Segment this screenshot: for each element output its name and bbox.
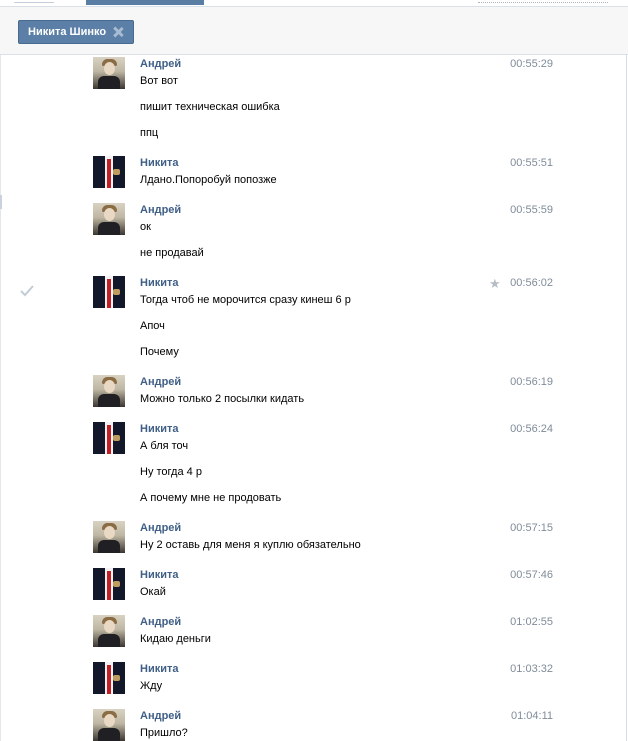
star-icon[interactable]: ★ <box>489 277 501 290</box>
scroll-handle[interactable] <box>0 195 2 209</box>
checkmark-icon[interactable] <box>20 285 34 297</box>
sender-name[interactable]: Андрей <box>140 615 181 629</box>
message-text: А почему мне не продовать <box>140 492 282 504</box>
avatar[interactable] <box>93 568 125 600</box>
tab-links-partial-right[interactable] <box>478 0 608 3</box>
message-text: Почему <box>140 346 179 358</box>
message-text: ок <box>140 221 151 233</box>
message-text: Лдано.Попоробуй попозже <box>140 174 277 186</box>
message-text: Пришло? <box>140 727 188 739</box>
message-time[interactable]: 00:57:15 <box>510 521 553 535</box>
avatar[interactable] <box>93 57 125 89</box>
scroll-area-right-border <box>626 55 627 741</box>
message-text: ппц <box>140 127 159 139</box>
message-text: А бля точ <box>140 440 189 452</box>
message-text: не продавай <box>140 247 204 259</box>
sender-name[interactable]: Андрей <box>140 57 181 71</box>
message-time[interactable]: 00:55:29 <box>510 57 553 71</box>
scroll-area-left-border <box>0 55 1 741</box>
top-tab-strip <box>0 0 628 7</box>
sender-name[interactable]: Никита <box>140 156 178 170</box>
message-time[interactable]: 00:55:51 <box>510 156 553 170</box>
avatar[interactable] <box>93 662 125 694</box>
message-text: Вот вот <box>140 75 178 87</box>
message-time[interactable]: 00:55:59 <box>510 203 553 217</box>
sender-name[interactable]: Никита <box>140 662 178 676</box>
dialog-chip-label: Никита Шинко <box>28 26 107 38</box>
sender-name[interactable]: Андрей <box>140 709 181 723</box>
avatar[interactable] <box>93 203 125 235</box>
message-time[interactable]: 00:56:02 <box>510 276 553 290</box>
close-icon[interactable] <box>112 26 124 38</box>
tab-partial-left[interactable] <box>14 0 54 3</box>
dialog-chip[interactable]: Никита Шинко <box>18 20 135 44</box>
avatar[interactable] <box>93 156 125 188</box>
sender-name[interactable]: Андрей <box>140 203 181 217</box>
sender-name[interactable]: Никита <box>140 276 178 290</box>
message-time[interactable]: 01:03:32 <box>510 662 553 676</box>
message-text: пишит техническая ошибка <box>140 101 280 113</box>
avatar[interactable] <box>93 276 125 308</box>
sender-name[interactable]: Никита <box>140 568 178 582</box>
message-time[interactable]: 01:02:55 <box>510 615 553 629</box>
avatar[interactable] <box>93 422 125 454</box>
sender-name[interactable]: Никита <box>140 422 178 436</box>
message-time[interactable]: 00:56:24 <box>510 422 553 436</box>
message-text: Тогда чтоб не морочится сразу кинеш 6 р <box>140 294 351 306</box>
message-text: Кидаю деньги <box>140 633 211 645</box>
dialog-tab-bar: Никита Шинко <box>0 7 628 55</box>
message-text: Можно только 2 посылки кидать <box>140 393 305 405</box>
tab-active[interactable] <box>86 0 204 5</box>
message-text: Апоч <box>140 320 165 332</box>
avatar[interactable] <box>93 375 125 407</box>
message-text: Окай <box>140 586 166 598</box>
message-text: Жду <box>140 680 163 692</box>
message-time[interactable]: 01:04:11 <box>511 709 553 723</box>
message-text: Ну тогда 4 р <box>140 466 202 478</box>
avatar[interactable] <box>93 521 125 553</box>
avatar[interactable] <box>93 709 125 741</box>
avatar[interactable] <box>93 615 125 647</box>
message-time[interactable]: 00:56:19 <box>510 375 553 389</box>
sender-name[interactable]: Андрей <box>140 375 181 389</box>
message-text: Ну 2 оставь для меня я куплю обязательно <box>140 539 361 551</box>
message-time[interactable]: 00:57:46 <box>510 568 553 582</box>
sender-name[interactable]: Андрей <box>140 521 181 535</box>
